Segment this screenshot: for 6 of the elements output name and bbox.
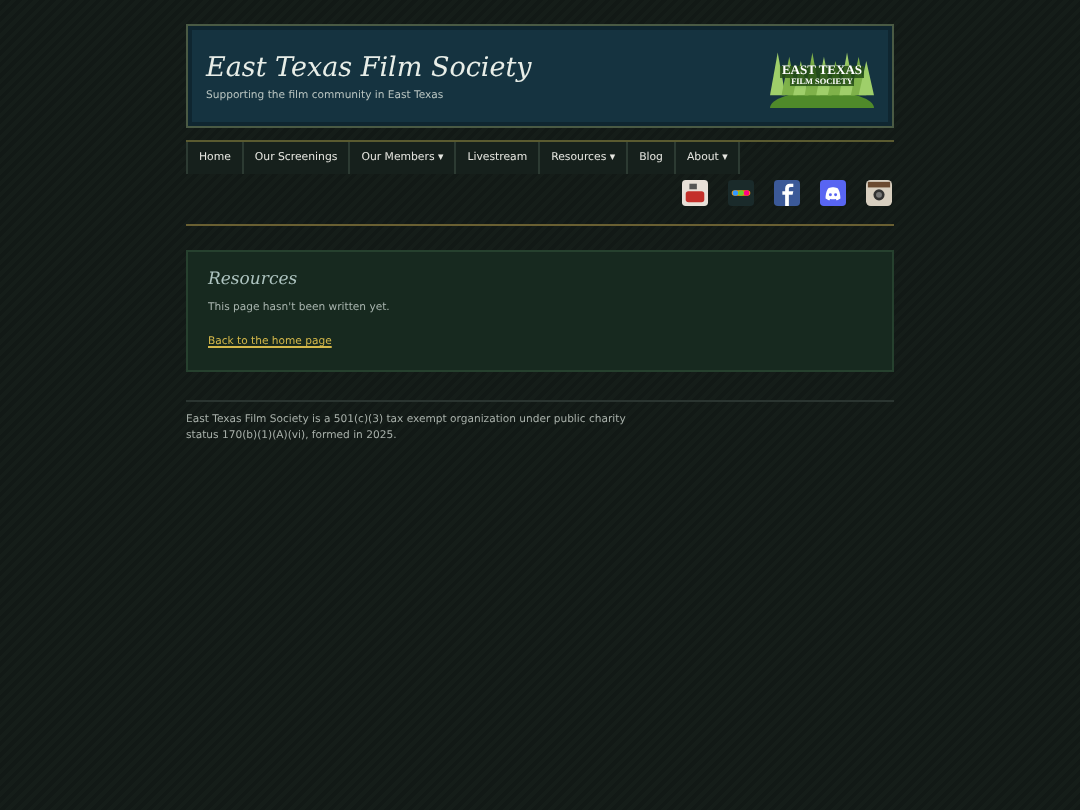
site-title[interactable]: East Texas Film Society: [206, 51, 532, 83]
page-heading: Resources: [208, 270, 300, 290]
facebook-icon[interactable]: [774, 180, 800, 206]
camera-icon[interactable]: [866, 180, 892, 206]
colored-dots-icon[interactable]: [728, 180, 754, 206]
discord-icon[interactable]: [820, 180, 846, 206]
